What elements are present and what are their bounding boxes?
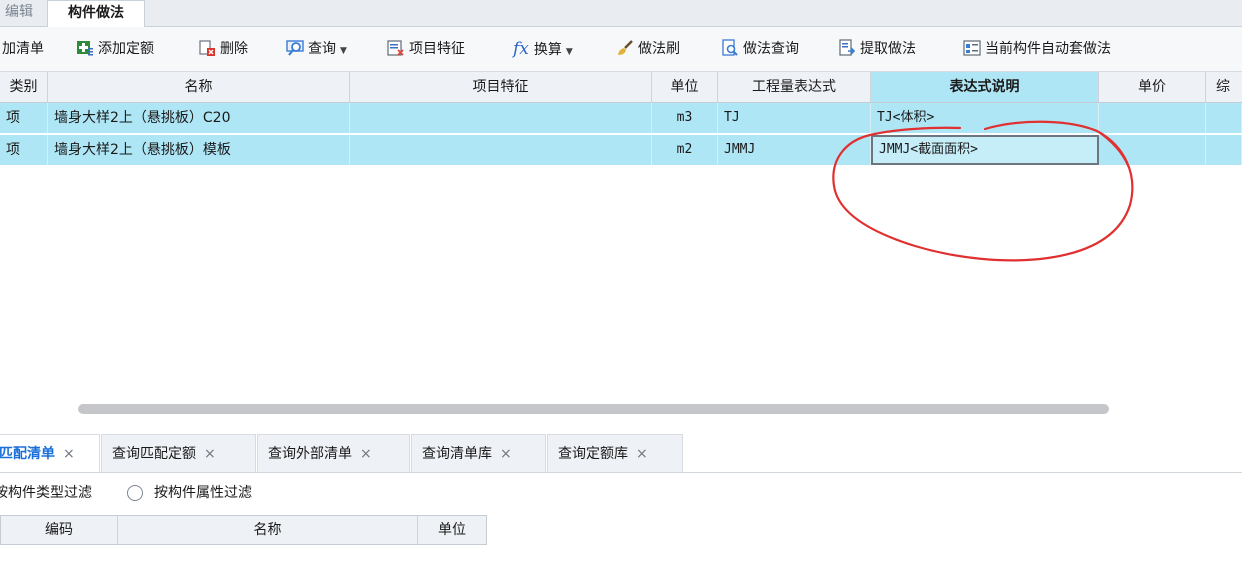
convert-dropdown[interactable]: fx 换算 ▼ <box>513 37 573 61</box>
row-name[interactable]: 墙身大样2上（悬挑板）C20 <box>48 103 350 133</box>
feature-list-icon <box>387 40 404 56</box>
tab-label: 查询清单库 <box>422 446 492 462</box>
method-query-button[interactable]: 做法查询 <box>721 37 799 61</box>
tab-match-list[interactable]: 匹配清单 × <box>0 434 100 472</box>
tab-label: 查询外部清单 <box>268 446 352 462</box>
table-row[interactable]: 项 墙身大样2上（悬挑板）C20 m3 TJ TJ<体积> <box>0 103 1242 134</box>
tab-query-match-quota[interactable]: 查询匹配定额 × <box>101 434 256 472</box>
tab-query-external-list[interactable]: 查询外部清单 × <box>257 434 410 472</box>
tab-component-method[interactable]: 构件做法 <box>47 0 145 28</box>
tab-label: 匹配清单 <box>0 446 55 462</box>
horizontal-scrollbar[interactable] <box>78 404 1109 414</box>
auto-apply-icon <box>963 40 981 56</box>
filter-row: 按构件类型过滤 按构件属性过滤 <box>0 477 1242 509</box>
tab-label: 查询定额库 <box>558 446 628 462</box>
col-header-name[interactable]: 名称 <box>48 72 350 102</box>
query-dropdown[interactable]: 查询 ▼ <box>286 37 347 61</box>
close-icon[interactable]: × <box>636 446 648 462</box>
row-unit-price[interactable] <box>1099 103 1206 133</box>
item-feature-button[interactable]: 项目特征 <box>387 37 465 61</box>
auto-apply-method-label: 当前构件自动套做法 <box>985 41 1111 57</box>
row-total[interactable] <box>1206 103 1242 133</box>
close-icon[interactable]: × <box>63 446 75 462</box>
extract-method-label: 提取做法 <box>860 41 916 57</box>
col-header-unit-price[interactable]: 单价 <box>1099 72 1206 102</box>
row-expression[interactable]: JMMJ <box>718 135 871 165</box>
add-quota-button[interactable]: 添加定额 <box>76 37 154 61</box>
extract-icon <box>839 39 856 56</box>
col-header-unit[interactable]: 单位 <box>652 72 718 102</box>
item-feature-label: 项目特征 <box>409 41 465 57</box>
top-tab-bar: 编辑 构件做法 <box>0 0 1242 28</box>
filter-by-attr-label[interactable]: 按构件属性过滤 <box>154 477 252 509</box>
method-grid-header: 类别 名称 项目特征 单位 工程量表达式 表达式说明 单价 综 <box>0 72 1242 103</box>
row-category[interactable]: 项 <box>0 135 48 165</box>
col-header-category[interactable]: 类别 <box>0 72 48 102</box>
row-expression[interactable]: TJ <box>718 103 871 133</box>
brush-icon <box>618 40 633 55</box>
extract-method-button[interactable]: 提取做法 <box>838 37 916 61</box>
delete-label: 删除 <box>220 41 248 57</box>
bottom-tab-bar: 匹配清单 × 查询匹配定额 × 查询外部清单 × 查询清单库 × 查询定额库 × <box>0 434 1242 473</box>
tab-query-quota-library[interactable]: 查询定额库 × <box>547 434 683 472</box>
method-query-label: 做法查询 <box>743 41 799 57</box>
row-feature[interactable] <box>350 135 652 165</box>
col-header-total[interactable]: 综 <box>1206 72 1242 102</box>
chevron-down-icon: ▼ <box>340 46 347 56</box>
method-brush-label: 做法刷 <box>638 41 680 57</box>
row-feature[interactable] <box>350 103 652 133</box>
row-category[interactable]: 项 <box>0 103 48 133</box>
convert-label: 换算 <box>533 42 562 58</box>
filter-by-attr-radio[interactable] <box>127 485 143 501</box>
tab-query-list-library[interactable]: 查询清单库 × <box>411 434 546 472</box>
add-list-button[interactable]: 加清单 <box>2 37 44 61</box>
method-brush-button[interactable]: 做法刷 <box>616 37 680 61</box>
row-unit[interactable]: m2 <box>652 135 718 165</box>
col-header-expression[interactable]: 工程量表达式 <box>718 72 871 102</box>
table-row[interactable]: 项 墙身大样2上（悬挑板）模板 m2 JMMJ JMMJ<截面面积> <box>0 135 1242 166</box>
close-icon[interactable]: × <box>204 446 216 462</box>
delete-icon <box>199 40 215 56</box>
row-unit[interactable]: m3 <box>652 103 718 133</box>
row-expression-desc-focused[interactable]: JMMJ<截面面积> <box>871 135 1099 165</box>
add-list-label: 加清单 <box>2 41 44 57</box>
magnifier-icon <box>286 40 304 56</box>
row-unit-price[interactable] <box>1099 135 1206 165</box>
row-expression-desc[interactable]: TJ<体积> <box>871 103 1099 133</box>
add-quota-icon <box>77 41 93 56</box>
row-name[interactable]: 墙身大样2上（悬挑板）模板 <box>48 135 350 165</box>
col-header-list-unit[interactable]: 单位 <box>418 516 486 544</box>
tab-label: 查询匹配定额 <box>112 446 196 462</box>
col-header-expression-desc[interactable]: 表达式说明 <box>871 72 1099 102</box>
col-header-list-name[interactable]: 名称 <box>118 516 418 544</box>
col-header-code[interactable]: 编码 <box>1 516 118 544</box>
add-quota-label: 添加定额 <box>98 41 154 57</box>
tab-edit[interactable]: 编辑 <box>0 0 44 26</box>
document-search-icon <box>722 39 738 56</box>
chevron-down-icon: ▼ <box>565 47 573 57</box>
toolbar: 加清单 添加定额 删除 查询 ▼ 项目特征 fx 换算 ▼ 做法刷 做法查询 提… <box>0 27 1242 72</box>
close-icon[interactable]: × <box>360 446 372 462</box>
col-header-feature[interactable]: 项目特征 <box>350 72 652 102</box>
auto-apply-method-button[interactable]: 当前构件自动套做法 <box>963 37 1111 61</box>
fx-icon: fx <box>513 39 529 59</box>
filter-by-type-label[interactable]: 按构件类型过滤 <box>0 477 92 509</box>
query-label: 查询 <box>308 41 336 57</box>
list-table-header: 编码 名称 单位 <box>0 515 487 545</box>
delete-button[interactable]: 删除 <box>198 37 248 61</box>
row-total[interactable] <box>1206 135 1242 165</box>
close-icon[interactable]: × <box>500 446 512 462</box>
